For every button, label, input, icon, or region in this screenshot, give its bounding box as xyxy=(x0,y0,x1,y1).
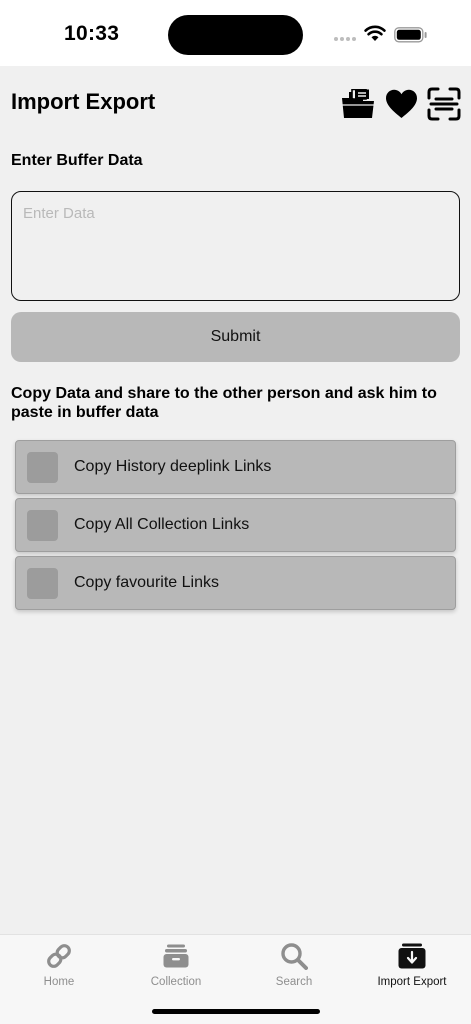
submit-button[interactable]: Submit xyxy=(11,312,460,362)
cellular-signal-icon xyxy=(334,37,356,41)
buffer-data-label: Enter Buffer Data xyxy=(11,152,143,169)
option-label: Copy All Collection Links xyxy=(74,516,250,533)
tab-import-export[interactable]: Import Export xyxy=(353,935,471,995)
tab-home[interactable]: Home xyxy=(0,935,118,995)
copy-collection-links-option[interactable]: Copy All Collection Links xyxy=(15,498,456,552)
checkbox[interactable] xyxy=(27,451,58,483)
tab-label: Home xyxy=(43,976,75,988)
tab-label: Search xyxy=(275,976,313,988)
battery-icon xyxy=(394,27,427,43)
tab-label: Collection xyxy=(150,976,202,988)
home-indicator xyxy=(152,1009,320,1014)
status-time: 10:33 xyxy=(64,22,120,45)
tab-collection[interactable]: Collection xyxy=(117,935,235,995)
status-bar: 10:33 xyxy=(0,0,471,66)
checkbox[interactable] xyxy=(27,509,58,541)
share-instruction-text: Copy Data and share to the other person … xyxy=(11,385,437,421)
dynamic-island xyxy=(168,15,303,55)
link-icon xyxy=(47,944,71,968)
buffer-data-input[interactable] xyxy=(11,191,460,301)
tab-label: Import Export xyxy=(377,976,447,988)
copy-favourite-links-option[interactable]: Copy favourite Links xyxy=(15,556,456,610)
option-label: Copy History deeplink Links xyxy=(74,458,272,475)
wifi-icon xyxy=(364,25,386,41)
option-label: Copy favourite Links xyxy=(74,574,219,591)
copy-history-links-option[interactable]: Copy History deeplink Links xyxy=(15,440,456,494)
scan-icon xyxy=(427,87,461,121)
documents-folder-button[interactable] xyxy=(340,86,376,122)
archive-icon xyxy=(163,944,189,968)
tab-search[interactable]: Search xyxy=(235,935,353,995)
search-icon xyxy=(281,943,308,970)
page-title: Import Export xyxy=(11,89,156,114)
folder-documents-icon xyxy=(342,89,374,118)
checkbox[interactable] xyxy=(27,567,58,599)
favourites-button[interactable] xyxy=(383,86,419,122)
header-actions xyxy=(340,86,462,122)
heart-icon xyxy=(385,89,417,118)
scan-button[interactable] xyxy=(426,86,462,122)
import-export-icon xyxy=(398,943,426,969)
